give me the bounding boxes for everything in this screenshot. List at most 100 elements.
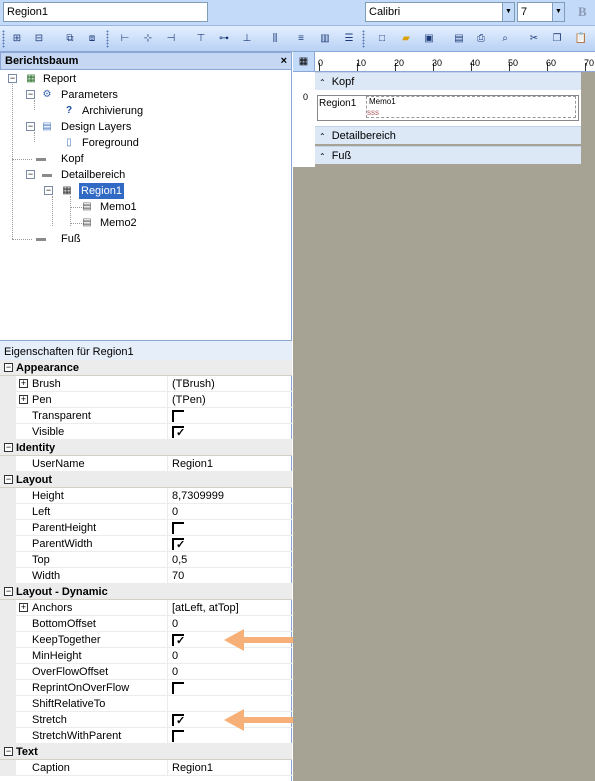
send-back-icon[interactable]: ⊟	[32, 32, 46, 46]
category-layout-dynamic[interactable]: − Layout - Dynamic	[0, 584, 292, 600]
collapse-icon[interactable]: −	[26, 122, 35, 131]
region-icon: ▦	[62, 185, 72, 196]
align-right-icon[interactable]: ⊣	[164, 32, 178, 46]
collapse-icon[interactable]: −	[4, 443, 13, 452]
align-center-icon[interactable]: ⊹	[141, 32, 155, 46]
property-row-parentheight[interactable]: ParentHeight	[0, 520, 292, 536]
collapse-icon[interactable]: −	[4, 363, 13, 372]
font-combo-value: Calibri	[369, 6, 401, 18]
property-row-stretchwithparent[interactable]: StretchWithParent	[0, 728, 292, 744]
preview-icon[interactable]: ▤	[452, 32, 466, 46]
tree-connector	[34, 132, 35, 142]
checkbox-checked[interactable]: ✓	[172, 634, 185, 647]
checkbox-checked[interactable]: ✓	[172, 426, 185, 439]
space-horizontal-icon[interactable]: ⫼	[268, 32, 282, 46]
print-preview-icon[interactable]: ⌕	[498, 32, 512, 46]
save-icon[interactable]: ▣	[422, 32, 436, 46]
checkbox-unchecked[interactable]	[172, 682, 184, 694]
checkbox-checked[interactable]: ✓	[172, 714, 185, 727]
checkbox-checked[interactable]: ✓	[172, 538, 185, 551]
property-row-transparent[interactable]: Transparent	[0, 408, 292, 424]
property-row-shiftrelativeto[interactable]: ShiftRelativeTo	[0, 696, 292, 712]
band-kopf[interactable]: ⌃ Kopf	[315, 72, 581, 90]
band-fuss[interactable]: ⌃ Fuß	[315, 146, 581, 164]
toolbar-grip[interactable]	[2, 30, 5, 48]
align-middle-icon[interactable]: ⊶	[217, 32, 231, 46]
memo2-component[interactable]: sss	[367, 108, 379, 117]
vertical-ruler: 0	[293, 72, 315, 167]
tree-connector	[70, 196, 71, 226]
bring-front-icon[interactable]: ⊞	[10, 32, 24, 46]
parameter-question-icon: ?	[65, 105, 73, 116]
font-dropdown-arrow-icon[interactable]: ▼	[502, 3, 514, 21]
checkbox-unchecked[interactable]	[172, 730, 184, 742]
property-row-pen[interactable]: + Pen (TPen)	[0, 392, 292, 408]
collapse-icon[interactable]: −	[4, 747, 13, 756]
ruler-corner-icon[interactable]: ▦	[293, 52, 315, 72]
toolbar-grip-2[interactable]	[106, 30, 109, 48]
layers-icon: ▤	[42, 121, 52, 132]
property-row-brush[interactable]: + Brush (TBrush)	[0, 376, 292, 392]
band-kopf-area[interactable]: Region1 Memo1 sss	[315, 90, 581, 126]
collapse-icon[interactable]: −	[26, 90, 35, 99]
band-detailbereich[interactable]: ⌃ Detailbereich	[315, 126, 581, 144]
collapse-icon[interactable]: −	[8, 74, 17, 83]
distribute-icon[interactable]: ☰	[342, 32, 356, 46]
checkbox-unchecked[interactable]	[172, 522, 184, 534]
memo1-component[interactable]: Memo1 sss	[366, 96, 576, 118]
region-combo[interactable]: Region1	[3, 2, 208, 22]
property-row-overflowoffset[interactable]: OverFlowOffset 0	[0, 664, 292, 680]
cut-icon[interactable]: ✂	[527, 32, 541, 46]
band-caret-icon[interactable]: ⌃	[319, 132, 326, 141]
property-row-reprintonoverflow[interactable]: ReprintOnOverFlow	[0, 680, 292, 696]
category-layout[interactable]: − Layout	[0, 472, 292, 488]
tree-panel-header: Berichtsbaum ×	[0, 52, 292, 70]
font-size-combo[interactable]: 7 ▼	[517, 2, 565, 22]
property-row-visible[interactable]: Visible ✓	[0, 424, 292, 440]
property-row-top[interactable]: Top 0,5	[0, 552, 292, 568]
property-row-height[interactable]: Height 8,7309999	[0, 488, 292, 504]
open-folder-icon[interactable]: ▰	[399, 32, 413, 46]
font-combo[interactable]: Calibri ▼	[365, 2, 515, 22]
property-row-parentwidth[interactable]: ParentWidth ✓	[0, 536, 292, 552]
ungroup-icon[interactable]: ⧈	[85, 32, 99, 46]
band-icon: ▬	[42, 169, 52, 180]
toolbar-grip-3[interactable]	[362, 30, 365, 48]
collapse-icon[interactable]: −	[4, 587, 13, 596]
size-dropdown-arrow-icon[interactable]: ▼	[552, 3, 564, 21]
tree-label: Parameters	[61, 89, 118, 101]
align-bottom-icon[interactable]: ⊥	[240, 32, 254, 46]
tree-label: Design Layers	[61, 121, 132, 133]
copy-icon[interactable]: ❐	[550, 32, 564, 46]
collapse-icon[interactable]: −	[4, 475, 13, 484]
align-top-icon[interactable]: ⊤	[194, 32, 208, 46]
checkbox-unchecked[interactable]	[172, 410, 184, 422]
collapse-icon[interactable]: −	[44, 186, 53, 195]
category-text[interactable]: − Text	[0, 744, 292, 760]
bar-chart-icon[interactable]: ▥	[318, 32, 332, 46]
region1-label: Region1	[319, 98, 357, 109]
category-appearance[interactable]: − Appearance	[0, 360, 292, 376]
property-row-left[interactable]: Left 0	[0, 504, 292, 520]
property-row-minheight[interactable]: MinHeight 0	[0, 648, 292, 664]
paste-icon[interactable]: 📋	[574, 32, 588, 46]
close-icon[interactable]: ×	[281, 53, 287, 69]
band-caret-icon[interactable]: ⌃	[319, 152, 326, 161]
print-icon[interactable]: ⎙	[474, 32, 488, 46]
collapse-icon[interactable]: −	[26, 170, 35, 179]
group-icon[interactable]: ⧉	[63, 32, 77, 46]
region1-component[interactable]: Region1 Memo1 sss	[317, 95, 579, 121]
bold-button[interactable]: B	[578, 4, 587, 20]
tree-connector	[52, 196, 53, 226]
band-caret-icon[interactable]: ⌃	[319, 78, 326, 87]
property-row-width[interactable]: Width 70	[0, 568, 292, 584]
category-identity[interactable]: − Identity	[0, 440, 292, 456]
align-left-icon[interactable]: ⊢	[118, 32, 132, 46]
property-row-bottomoffset[interactable]: BottomOffset 0	[0, 616, 292, 632]
property-row-anchors[interactable]: + Anchors [atLeft, atTop]	[0, 600, 292, 616]
property-row-username[interactable]: UserName Region1	[0, 456, 292, 472]
space-vertical-icon[interactable]: ≡	[294, 32, 308, 46]
new-file-icon[interactable]: □	[375, 32, 389, 46]
tree-connector	[12, 159, 32, 160]
property-row-caption[interactable]: Caption Region1	[0, 760, 292, 776]
